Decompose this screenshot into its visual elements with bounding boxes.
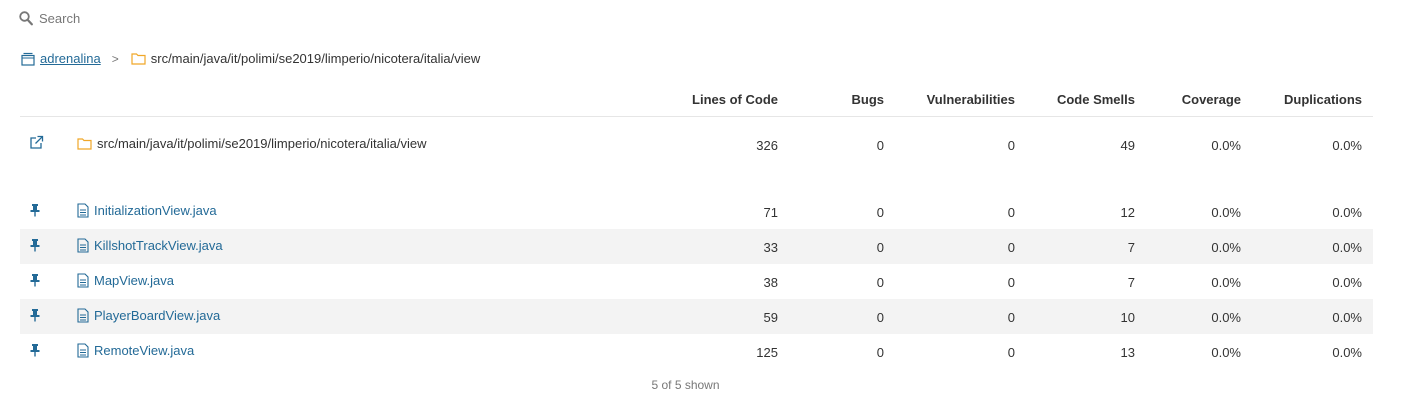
cell-lines: 38 [763, 275, 778, 290]
file-name: MapView.java [77, 273, 174, 288]
file-name: KillshotTrackView.java [77, 238, 223, 253]
cell-code-smells: 12 [1120, 205, 1135, 220]
folder-icon [77, 138, 92, 150]
cell-lines: 59 [763, 310, 778, 325]
cell-code-smells: 13 [1120, 345, 1135, 360]
breadcrumb-project-label[interactable]: adrenalina [40, 51, 101, 66]
breadcrumb-separator: > [111, 51, 119, 66]
external-link-icon[interactable] [29, 135, 44, 150]
base-directory-name: src/main/java/it/polimi/se2019/limperio/… [77, 136, 426, 151]
column-vulnerabilities[interactable]: Vulnerabilities [927, 92, 1015, 107]
cell-bugs: 0 [876, 275, 884, 290]
cell-vulnerabilities: 0 [1007, 310, 1015, 325]
cell-coverage: 0.0% [1211, 345, 1241, 360]
cell-vulnerabilities: 0 [1007, 240, 1015, 255]
base-directory-row: src/main/java/it/polimi/se2019/limperio/… [20, 127, 1373, 162]
search-bar[interactable] [19, 11, 339, 26]
file-icon [77, 343, 89, 358]
search-icon [19, 11, 33, 26]
file-name: RemoteView.java [77, 343, 194, 358]
file-icon [77, 203, 89, 218]
file-name: InitializationView.java [77, 203, 217, 218]
results-count-label: 5 of 5 shown [651, 378, 720, 392]
cell-vulnerabilities: 0 [1007, 345, 1015, 360]
cell-coverage: 0.0% [1211, 310, 1241, 325]
cell-code-smells: 49 [1120, 138, 1135, 153]
cell-coverage: 0.0% [1211, 205, 1241, 220]
cell-duplications: 0.0% [1332, 310, 1362, 325]
column-bugs[interactable]: Bugs [852, 92, 885, 107]
results-count: 5 of 5 shown [0, 378, 1401, 392]
file-name: PlayerBoardView.java [77, 308, 220, 323]
cell-lines: 71 [763, 205, 778, 220]
file-link[interactable]: RemoteView.java [94, 343, 194, 358]
cell-code-smells: 10 [1120, 310, 1135, 325]
cell-coverage: 0.0% [1211, 138, 1241, 153]
file-icon [77, 238, 89, 253]
cell-code-smells: 7 [1127, 275, 1135, 290]
breadcrumb-directory-label: src/main/java/it/polimi/se2019/limperio/… [150, 51, 481, 66]
table-row: KillshotTrackView.java 33 0 0 7 0.0% 0.0… [20, 229, 1373, 264]
table-row: PlayerBoardView.java 59 0 0 10 0.0% 0.0% [20, 299, 1373, 334]
breadcrumb: adrenalina > src/main/java/it/polimi/se2… [21, 51, 480, 66]
cell-bugs: 0 [876, 138, 884, 153]
pin-icon[interactable] [29, 238, 41, 252]
column-code-smells[interactable]: Code Smells [1057, 92, 1135, 107]
table-row: InitializationView.java 71 0 0 12 0.0% 0… [20, 194, 1373, 229]
table-header: Lines of Code Bugs Vulnerabilities Code … [20, 80, 1373, 117]
cell-lines: 125 [756, 345, 778, 360]
cell-bugs: 0 [876, 240, 884, 255]
folder-icon [131, 53, 146, 65]
column-duplications[interactable]: Duplications [1284, 92, 1362, 107]
cell-code-smells: 7 [1127, 240, 1135, 255]
cell-lines: 33 [763, 240, 778, 255]
pin-icon[interactable] [29, 308, 41, 322]
file-link[interactable]: InitializationView.java [94, 203, 217, 218]
cell-bugs: 0 [876, 310, 884, 325]
project-icon [21, 52, 35, 66]
cell-coverage: 0.0% [1211, 275, 1241, 290]
cell-duplications: 0.0% [1332, 345, 1362, 360]
cell-coverage: 0.0% [1211, 240, 1241, 255]
cell-lines: 326 [756, 138, 778, 153]
table-row: RemoteView.java 125 0 0 13 0.0% 0.0% [20, 334, 1373, 369]
table-row: MapView.java 38 0 0 7 0.0% 0.0% [20, 264, 1373, 299]
cell-vulnerabilities: 0 [1007, 138, 1015, 153]
cell-bugs: 0 [876, 345, 884, 360]
pin-icon[interactable] [29, 343, 41, 357]
cell-duplications: 0.0% [1332, 275, 1362, 290]
cell-vulnerabilities: 0 [1007, 205, 1015, 220]
cell-duplications: 0.0% [1332, 240, 1362, 255]
pin-icon[interactable] [29, 273, 41, 287]
pin-icon[interactable] [29, 203, 41, 217]
cell-duplications: 0.0% [1332, 205, 1362, 220]
cell-duplications: 0.0% [1332, 138, 1362, 153]
breadcrumb-directory: src/main/java/it/polimi/se2019/limperio/… [131, 51, 480, 66]
file-link[interactable]: KillshotTrackView.java [94, 238, 223, 253]
measures-table: Lines of Code Bugs Vulnerabilities Code … [20, 80, 1373, 369]
column-coverage[interactable]: Coverage [1182, 92, 1241, 107]
file-link[interactable]: PlayerBoardView.java [94, 308, 220, 323]
base-directory-label: src/main/java/it/polimi/se2019/limperio/… [97, 136, 427, 151]
file-icon [77, 308, 89, 323]
column-lines-of-code[interactable]: Lines of Code [692, 92, 778, 107]
file-icon [77, 273, 89, 288]
search-input[interactable] [39, 11, 339, 26]
breadcrumb-project-link[interactable]: adrenalina [21, 51, 101, 66]
cell-bugs: 0 [876, 205, 884, 220]
cell-vulnerabilities: 0 [1007, 275, 1015, 290]
file-link[interactable]: MapView.java [94, 273, 174, 288]
